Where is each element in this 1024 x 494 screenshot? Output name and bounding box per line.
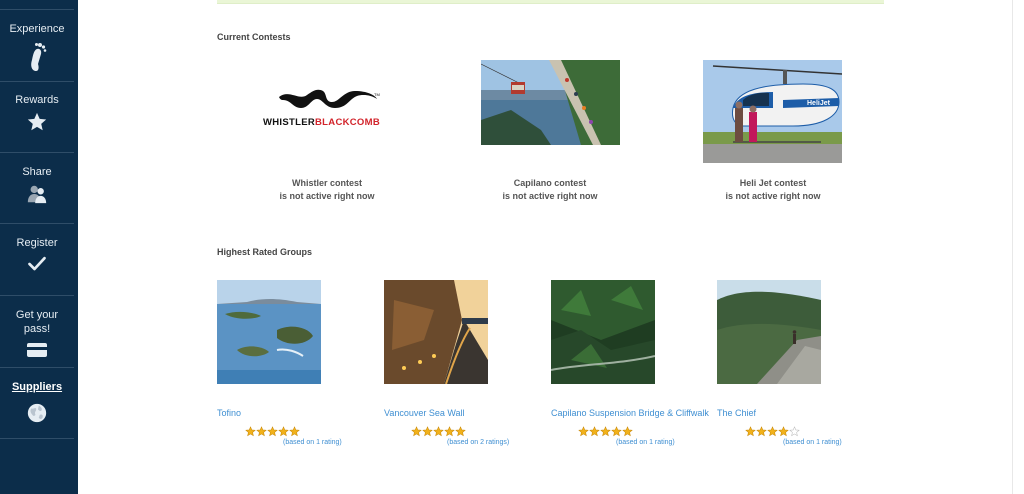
star-filled-icon <box>267 426 278 437</box>
capilano-bridge-photo <box>551 280 655 384</box>
tofino-photo <box>217 280 321 384</box>
rating-count: (based on 1 rating) <box>783 439 842 446</box>
sidebar-item-get-pass[interactable]: Get your pass! <box>0 296 74 368</box>
contest-status: is not active right now <box>279 191 375 201</box>
contest-capilano-caption: Capilano contest is not active right now <box>465 177 635 203</box>
star-filled-icon <box>589 426 600 437</box>
footprint-icon <box>31 43 47 71</box>
page-edge-divider <box>1012 0 1013 494</box>
group-link-capilano-bridge[interactable]: Capilano Suspension Bridge & Cliffwalk <box>551 408 709 418</box>
sea-wall-photo <box>384 280 488 384</box>
contest-title: Whistler contest <box>291 178 362 188</box>
star-filled-icon <box>756 426 767 437</box>
contest-status: is not active right now <box>502 191 598 201</box>
star-filled-icon <box>745 426 756 437</box>
star-filled-icon <box>289 426 300 437</box>
group-image-capilano-bridge[interactable] <box>551 280 655 384</box>
star-filled-icon <box>455 426 466 437</box>
rating-stars <box>411 426 466 438</box>
helijet-logo-text: HeliJet <box>807 100 831 107</box>
whistler-logo-text: WHISTLERBLACKCOMB <box>263 117 380 128</box>
sidebar-item-label: Share <box>22 166 52 178</box>
sidebar-item-suppliers[interactable]: Suppliers <box>0 368 74 439</box>
svg-text:TM: TM <box>374 92 380 97</box>
the-chief-photo <box>717 280 821 384</box>
sidebar-item-experience[interactable]: Experience <box>0 9 74 82</box>
highest-rated-groups-heading: Highest Rated Groups <box>217 247 313 257</box>
star-filled-icon <box>578 426 589 437</box>
sidebar: Experience Rewards Share Register Get yo… <box>0 0 78 494</box>
contest-status: is not active right now <box>725 191 821 201</box>
helijet-contest-image[interactable]: HeliJet <box>703 60 842 163</box>
star-empty-icon <box>789 426 800 437</box>
helijet-photo: HeliJet <box>703 60 842 163</box>
star-icon <box>27 112 47 131</box>
globe-icon <box>27 403 47 423</box>
group-image-the-chief[interactable] <box>717 280 821 384</box>
sidebar-item-label: Register <box>16 237 58 249</box>
star-filled-icon <box>611 426 622 437</box>
group-link-vancouver-sea-wall[interactable]: Vancouver Sea Wall <box>384 408 465 418</box>
star-filled-icon <box>433 426 444 437</box>
people-icon <box>27 185 47 204</box>
rating-stars <box>245 426 300 438</box>
whistler-contest-logo[interactable]: TM WHISTLERBLACKCOMB <box>259 83 399 131</box>
rating-count: (based on 2 ratings) <box>447 439 510 446</box>
contest-helijet-caption: Heli Jet contest is not active right now <box>688 177 858 203</box>
star-filled-icon <box>600 426 611 437</box>
contest-title: Heli Jet contest <box>739 178 807 188</box>
star-filled-icon <box>411 426 422 437</box>
rating-count: (based on 1 rating) <box>283 439 342 446</box>
star-filled-icon <box>767 426 778 437</box>
group-image-tofino[interactable] <box>217 280 321 384</box>
rating-count: (based on 1 rating) <box>616 439 675 446</box>
sidebar-item-share[interactable]: Share <box>0 153 74 224</box>
sidebar-item-label: Get your pass! <box>15 309 59 335</box>
contest-title: Capilano contest <box>513 178 587 188</box>
star-filled-icon <box>278 426 289 437</box>
capilano-photo <box>481 60 620 145</box>
star-filled-icon <box>778 426 789 437</box>
group-image-vancouver-sea-wall[interactable] <box>384 280 488 384</box>
sidebar-item-label: Experience <box>9 23 65 35</box>
notice-banner <box>217 0 884 4</box>
capilano-contest-image[interactable] <box>481 60 620 145</box>
card-icon <box>27 343 47 357</box>
group-link-the-chief[interactable]: The Chief <box>717 408 756 418</box>
star-filled-icon <box>245 426 256 437</box>
star-filled-icon <box>256 426 267 437</box>
star-filled-icon <box>422 426 433 437</box>
rating-stars <box>745 426 800 438</box>
checkmark-icon <box>28 256 46 271</box>
contest-whistler-caption: Whistler contest is not active right now <box>242 177 412 203</box>
group-link-tofino[interactable]: Tofino <box>217 408 241 418</box>
sidebar-item-label: Suppliers <box>11 381 63 393</box>
sidebar-item-rewards[interactable]: Rewards <box>0 81 74 153</box>
star-filled-icon <box>622 426 633 437</box>
sidebar-item-register[interactable]: Register <box>0 224 74 296</box>
star-filled-icon <box>444 426 455 437</box>
sidebar-item-label: Rewards <box>15 94 59 106</box>
rating-stars <box>578 426 633 438</box>
current-contests-heading: Current Contests <box>217 32 291 42</box>
